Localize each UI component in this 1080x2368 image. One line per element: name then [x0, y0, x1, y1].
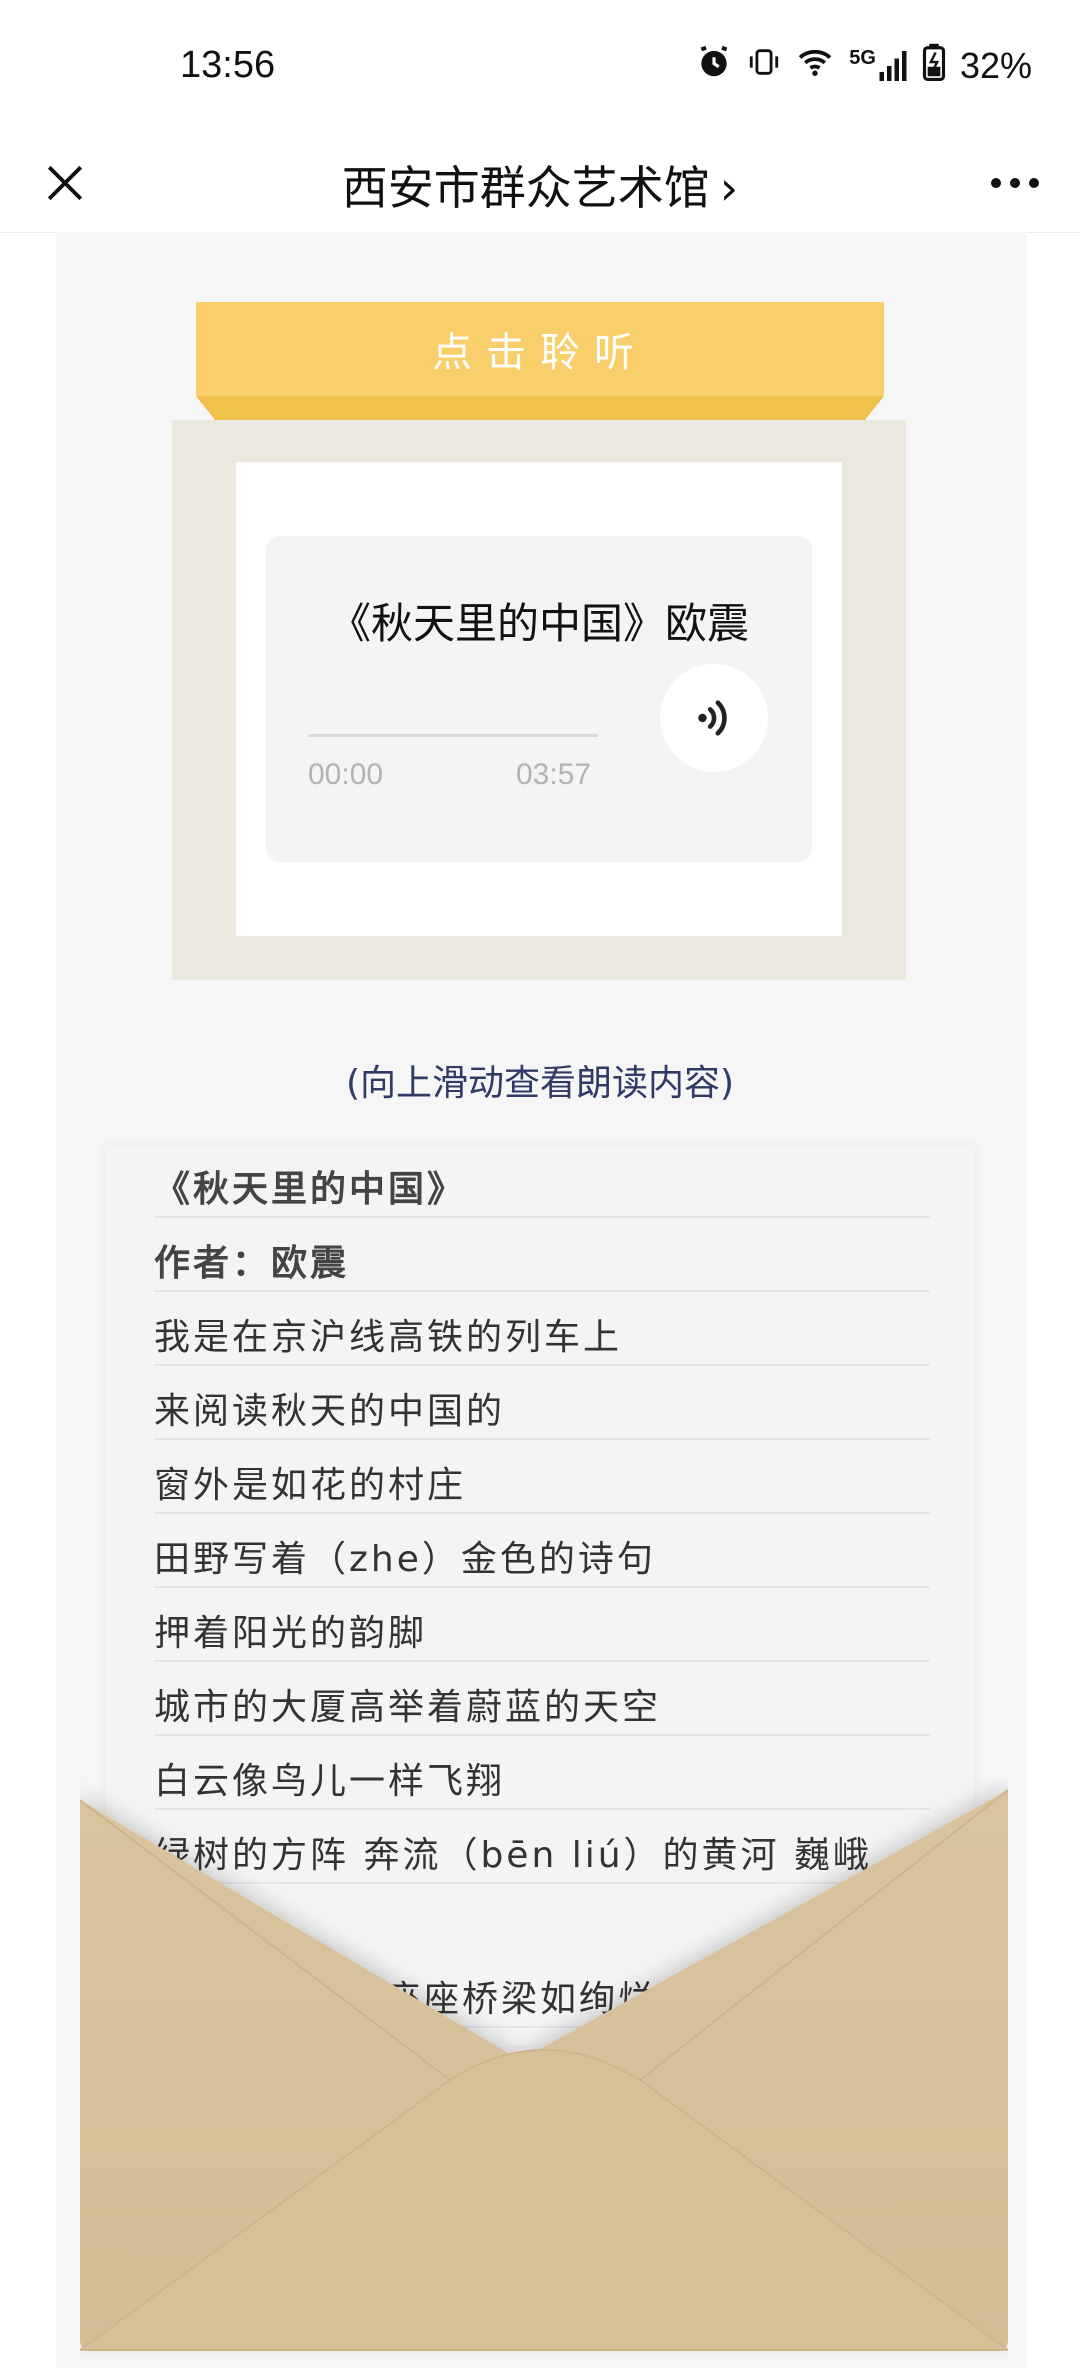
scroll-hint: (向上滑动查看朗读内容) [345, 1063, 735, 1104]
signal-icon: 5G [849, 48, 908, 84]
envelope-illustration [80, 1789, 1008, 2351]
more-icon-dot [1010, 178, 1020, 188]
listen-banner[interactable]: 点击聆听 [196, 302, 884, 396]
alarm-icon [695, 43, 733, 90]
page-title[interactable]: 西安市群众艺术馆 › [0, 152, 1080, 218]
audio-title: 《秋天里的中国》欧震 [328, 599, 749, 648]
network-type: 5G [849, 47, 876, 69]
poem-author: 作者：欧震 [154, 1220, 930, 1292]
nav-bar: 西安市群众艺术馆 › [0, 134, 1080, 233]
sound-icon [698, 700, 727, 736]
status-bar: 13:56 5G 32% [0, 0, 1080, 134]
status-time: 13:56 [180, 44, 276, 86]
page-title-text: 西安市群众艺术馆 [341, 161, 710, 215]
audio-duration: 03:57 [516, 758, 592, 791]
battery-icon [922, 43, 946, 90]
poem-line: 来阅读秋天的中国的 [154, 1368, 930, 1440]
poem-line: 窗外是如花的村庄 [154, 1442, 930, 1514]
audio-progress-bar[interactable] [308, 734, 598, 737]
battery-percent: 32% [959, 45, 1032, 86]
wifi-icon [795, 44, 835, 89]
chevron-right-icon: › [719, 161, 739, 215]
audio-player: 《秋天里的中国》欧震 00:00 03:57 [266, 536, 812, 862]
poem-line: 田野写着（zhe）金色的诗句 [154, 1516, 930, 1588]
poem-line: 押着阳光的韵脚 [154, 1590, 930, 1662]
status-icons: 5G 32% [695, 43, 1032, 90]
vibrate-icon [747, 43, 781, 90]
banner-fold [196, 396, 884, 422]
more-button[interactable] [980, 148, 1050, 218]
poem-line: 我是在京沪线高铁的列车上 [154, 1294, 930, 1366]
more-icon-dot [991, 178, 1001, 188]
more-icon-dot [1029, 178, 1039, 188]
play-button[interactable] [660, 664, 768, 772]
poem-line: 城市的大厦高举着蔚蓝的天空 [154, 1664, 930, 1736]
poem-title: 《秋天里的中国》 [154, 1146, 930, 1218]
audio-current-time: 00:00 [308, 758, 384, 791]
listen-banner-label: 点击聆听 [432, 330, 648, 376]
